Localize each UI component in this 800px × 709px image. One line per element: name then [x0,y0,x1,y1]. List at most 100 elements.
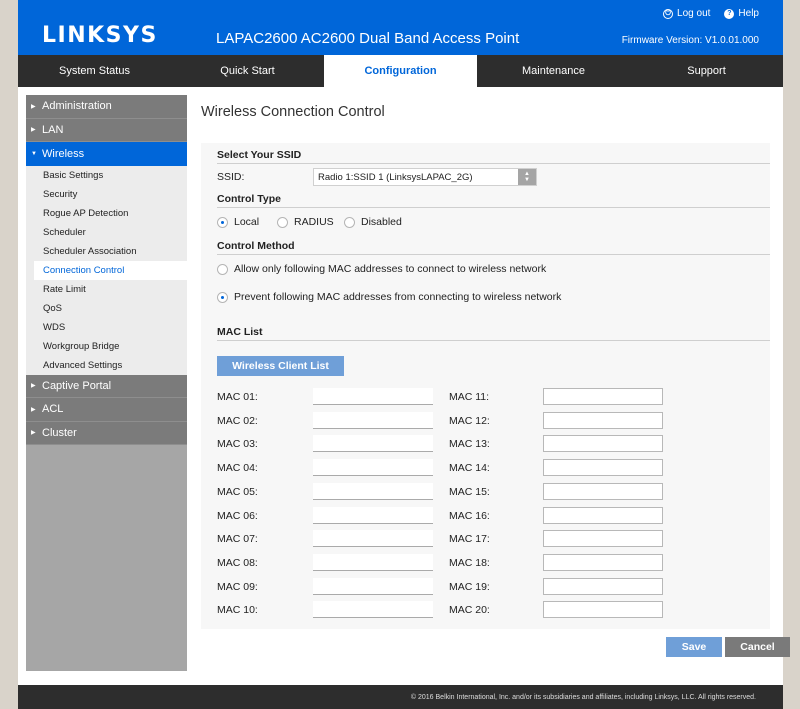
caret-right-icon: ▶ [31,383,36,390]
mac-input-11[interactable] [543,388,663,405]
divider [217,254,770,255]
select-arrows-icon: ▲ ▼ [518,169,536,185]
ssid-value: Radio 1:SSID 1 (LinksysLAPAC_2G) [318,171,473,183]
sidebar-subitem-rate-limit[interactable]: Rate Limit [26,280,187,299]
mac-input-17[interactable] [543,530,663,548]
radio-disabled-label: Disabled [361,216,402,228]
sidebar-item-captive-portal[interactable]: ▶ Captive Portal [26,374,187,398]
radio-radius-label: RADIUS [294,216,334,228]
mac-label: MAC 13: [449,438,490,451]
firmware-version: Firmware Version: V1.0.01.000 [621,35,759,46]
radio-local[interactable] [217,217,228,228]
sidebar-label: Captive Portal [42,379,112,392]
page-title: Wireless Connection Control [201,104,385,120]
sidebar-subitem-connection-control[interactable]: Connection Control [34,260,187,280]
mac-input-03[interactable] [313,435,433,453]
radio-prevent-label: Prevent following MAC addresses from con… [234,291,562,303]
sidebar-subitem-scheduler-association[interactable]: Scheduler Association [26,242,187,261]
sidebar-label: Wireless [42,147,85,160]
caret-right-icon: ▶ [31,103,36,110]
mac-input-19[interactable] [543,577,663,595]
radio-allow-only[interactable] [217,264,228,275]
mac-input-09[interactable] [313,577,433,595]
mac-label: MAC 15: [449,485,490,498]
wireless-submenu: Basic Settings Security Rogue AP Detecti… [26,165,187,375]
radio-local-label: Local [234,216,260,228]
mac-label: MAC 17: [449,533,490,546]
mac-input-06[interactable] [313,506,433,524]
sidebar-subitem-scheduler[interactable]: Scheduler [26,223,187,242]
tab-support[interactable]: Support [630,55,783,87]
sidebar-item-wireless[interactable]: ▼ Wireless [26,142,187,166]
save-button[interactable]: Save [666,637,722,657]
cancel-button[interactable]: Cancel [725,637,790,657]
radio-radius[interactable] [277,217,288,228]
mac-input-04[interactable] [313,459,433,477]
mac-input-10[interactable] [313,601,433,619]
mac-input-01[interactable] [313,388,433,405]
sidebar-subitem-basic-settings[interactable]: Basic Settings [26,166,187,185]
mac-label: MAC 05: [217,485,258,498]
sidebar-subitem-qos[interactable]: QoS [26,299,187,318]
mac-label: MAC 16: [449,509,490,522]
mac-label: MAC 11: [449,391,490,403]
caret-right-icon: ▶ [31,127,36,134]
sidebar-label: LAN [42,123,64,136]
mac-input-18[interactable] [543,553,663,571]
sidebar-label: ACL [42,403,64,416]
tab-system-status[interactable]: System Status [18,55,171,87]
radio-allow-only-label: Allow only following MAC addresses to co… [234,263,547,275]
mac-label: MAC 14: [449,462,490,475]
wireless-client-list-button[interactable]: Wireless Client List [217,356,344,376]
sidebar-label: Administration [42,100,112,113]
mac-input-20[interactable] [543,601,663,619]
header: LINKSYS LAPAC2600 AC2600 Dual Band Acces… [18,0,783,55]
sidebar-item-acl[interactable]: ▶ ACL [26,398,187,422]
logout-label: Log out [677,8,711,19]
sidebar-label: Cluster [42,426,77,439]
mac-label: MAC 03: [217,438,258,451]
tab-configuration[interactable]: Configuration [324,55,477,87]
power-icon: ⏻ [663,8,674,19]
mac-input-15[interactable] [543,482,663,500]
sidebar-subitem-security[interactable]: Security [26,185,187,204]
sidebar-item-cluster[interactable]: ▶ Cluster [26,421,187,445]
mac-label: MAC 18: [449,556,490,569]
sidebar-subitem-workgroup-bridge[interactable]: Workgroup Bridge [26,337,187,356]
sidebar-item-lan[interactable]: ▶ LAN [26,118,187,142]
caret-right-icon: ▶ [31,406,36,413]
caret-right-icon: ▶ [31,430,36,437]
mac-input-08[interactable] [313,553,433,571]
mac-input-12[interactable] [543,411,663,429]
radio-prevent[interactable] [217,292,228,303]
mac-label: MAC 10: [217,604,258,617]
mac-label: MAC 08: [217,556,258,569]
logout-link[interactable]: ⏻ Log out [663,8,710,19]
footer: © 2016 Belkin International, Inc. and/or… [18,685,783,709]
sidebar-subitem-wds[interactable]: WDS [26,318,187,337]
divider [217,340,770,341]
sidebar-subitem-rogue-ap-detection[interactable]: Rogue AP Detection [26,204,187,223]
connection-control-form: Select Your SSID SSID: Radio 1:SSID 1 (L… [201,143,770,629]
radio-disabled[interactable] [344,217,355,228]
mac-input-07[interactable] [313,530,433,548]
mac-label: MAC 12: [449,414,490,427]
sidebar-item-administration[interactable]: ▶ Administration [26,95,187,119]
help-link[interactable]: ? Help [724,8,759,19]
tab-quick-start[interactable]: Quick Start [171,55,324,87]
product-name: LAPAC2600 AC2600 Dual Band Access Point [216,30,520,47]
mac-input-05[interactable] [313,482,433,500]
mac-label: MAC 02: [217,414,258,427]
tab-maintenance[interactable]: Maintenance [477,55,630,87]
mac-input-02[interactable] [313,411,433,429]
mac-input-14[interactable] [543,459,663,477]
mac-label: MAC 07: [217,533,258,546]
mac-label: MAC 04: [217,462,258,475]
mac-label: MAC 20: [449,604,490,617]
sidebar-subitem-advanced-settings[interactable]: Advanced Settings [26,356,187,375]
divider [217,163,770,164]
mac-input-13[interactable] [543,435,663,453]
mac-input-16[interactable] [543,506,663,524]
ssid-select[interactable]: Radio 1:SSID 1 (LinksysLAPAC_2G) ▲ ▼ [313,168,537,186]
section-title-control-method: Control Method [217,240,295,252]
